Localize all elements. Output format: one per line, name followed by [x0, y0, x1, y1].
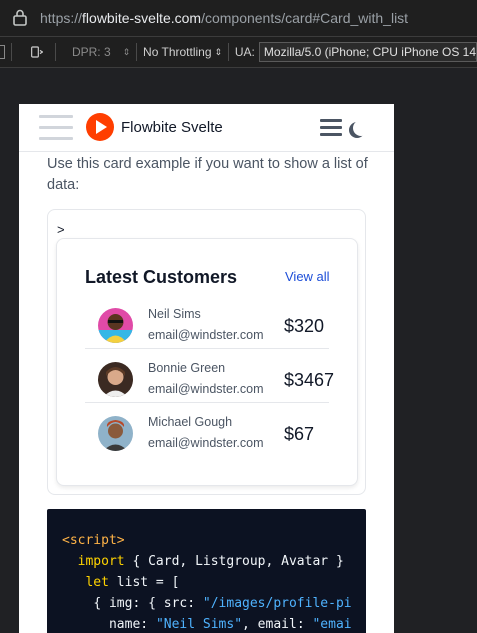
code-block[interactable]: <script> import { Card, Listgroup, Avata…	[47, 509, 366, 633]
dpr-chevron-icon: ⇕	[122, 46, 131, 57]
customer-email: email@windster.com	[148, 328, 264, 342]
list-item[interactable]: Bonnie Green email@windster.com $3467	[85, 349, 334, 403]
customer-name: Neil Sims	[148, 307, 201, 321]
mobile-viewport: Flowbite Svelte Use this card example if…	[19, 104, 394, 633]
example-preview: > Latest Customers View all Neil Sims em…	[47, 209, 366, 495]
list-item[interactable]: Michael Gough email@windster.com $67	[85, 403, 329, 457]
code-line-5: name:	[108, 617, 156, 632]
customer-amount: $67	[284, 424, 315, 444]
customer-amount: $320	[284, 316, 325, 336]
preview-marker: >	[57, 222, 65, 237]
rotate-icon[interactable]	[30, 44, 44, 60]
customer-amount: $3467	[284, 370, 335, 390]
navbar: Flowbite Svelte	[19, 104, 394, 152]
brand-name[interactable]: Flowbite Svelte	[121, 119, 223, 136]
url-prefix: https://	[40, 10, 83, 26]
code-keyword: import	[77, 554, 125, 569]
avatar	[98, 308, 133, 343]
intro-text: Use this card example if you want to sho…	[47, 156, 368, 193]
customer-name: Bonnie Green	[148, 361, 226, 375]
code-line-3: list = [	[108, 575, 180, 590]
code-text: , email:	[242, 617, 313, 632]
code-string: "/images/profile-pi	[202, 596, 352, 611]
view-all-link[interactable]: View all	[285, 269, 330, 284]
device-frame-icon[interactable]	[0, 45, 5, 59]
code-line-4: { img: { src:	[93, 596, 203, 611]
avatar	[98, 362, 133, 397]
svelte-logo-icon[interactable]	[86, 113, 114, 141]
throttling-select[interactable]: No Throttling	[143, 45, 211, 59]
avatar	[98, 416, 133, 451]
url-host: flowbite-svelte.com	[82, 10, 202, 26]
code-line-2: { Card, Listgroup, Avatar }	[124, 554, 344, 569]
code-string: "emai	[312, 617, 352, 632]
list-item[interactable]: Neil Sims email@windster.com $320	[85, 295, 329, 349]
customer-email: email@windster.com	[148, 382, 264, 396]
lock-icon	[13, 9, 27, 26]
throttling-chevron-icon: ⇕	[214, 46, 223, 57]
sidebar-menu-icon[interactable]	[39, 115, 73, 140]
customer-name: Michael Gough	[148, 415, 233, 429]
browser-address-bar[interactable]: https://flowbite-svelte.com/components/c…	[0, 0, 477, 36]
card-title: Latest Customers	[85, 267, 238, 287]
user-agent-input[interactable]: Mozilla/5.0 (iPhone; CPU iPhone OS 14_6 …	[258, 42, 477, 62]
code-keyword: let	[85, 575, 109, 590]
code-line-1: <script>	[62, 533, 125, 548]
customer-email: email@windster.com	[148, 436, 264, 450]
url-text[interactable]: https://flowbite-svelte.com/components/c…	[40, 10, 408, 26]
ua-label: UA:	[234, 45, 255, 59]
dpr-select[interactable]: DPR: 3	[72, 45, 111, 59]
menu-icon[interactable]	[320, 119, 342, 137]
url-path: /components/card#Card_with_list	[201, 10, 409, 26]
customers-card: Latest Customers View all Neil Sims emai…	[56, 238, 358, 486]
device-toolbar: DPR: 3 ⇕ No Throttling ⇕ UA: Mozilla/5.0…	[0, 36, 477, 68]
dark-mode-toggle-icon[interactable]	[353, 120, 369, 136]
code-string: "Neil Sims"	[155, 617, 243, 632]
